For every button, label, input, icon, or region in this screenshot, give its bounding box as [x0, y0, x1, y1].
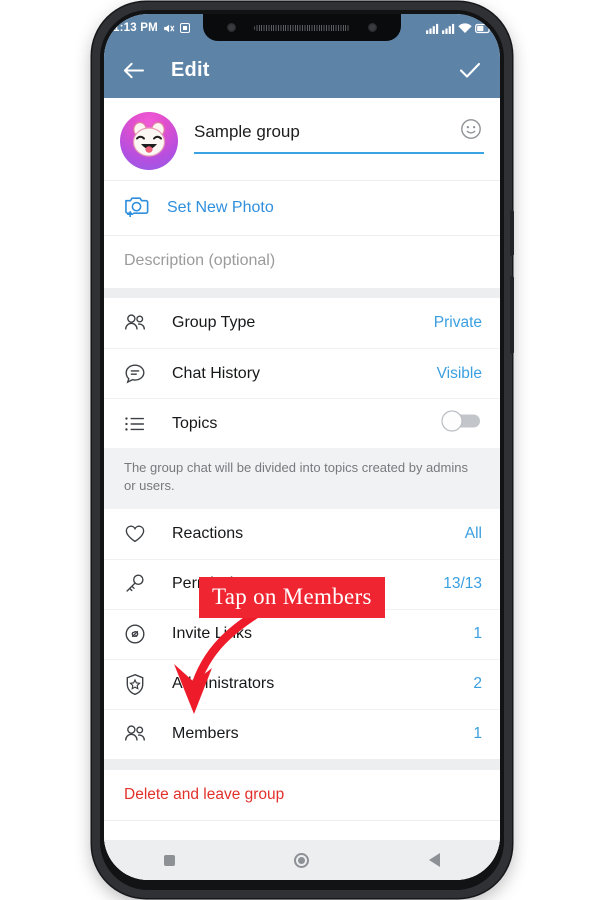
- setting-row-group-type[interactable]: Group Type Private: [104, 298, 500, 348]
- section-divider: [104, 758, 500, 769]
- setting-value: 2: [473, 675, 482, 693]
- link-icon: [124, 623, 150, 645]
- settings-content: Sample group Set New Photo Description (…: [104, 98, 500, 880]
- description-placeholder: Description (optional): [124, 252, 276, 269]
- sticker-face-icon: [132, 121, 166, 157]
- android-nav-bar: [104, 840, 500, 880]
- group-name-field[interactable]: Sample group: [194, 112, 484, 154]
- setting-value: All: [464, 524, 482, 542]
- camera-add-icon: [124, 194, 149, 222]
- earpiece-speaker: [254, 24, 350, 31]
- setting-value: 1: [473, 625, 482, 643]
- setting-row-chat-history[interactable]: Chat History Visible: [104, 348, 500, 398]
- back-arrow-icon[interactable]: [122, 61, 145, 80]
- status-bar-time: 1:13 PM: [113, 22, 158, 34]
- phone-screen: 1:13 PM Edit Sample group Set New Photo …: [104, 14, 500, 880]
- setting-value: Private: [433, 314, 482, 331]
- set-new-photo-label: Set New Photo: [167, 199, 274, 216]
- group-name-row: Sample group: [104, 98, 500, 180]
- setting-row-topics[interactable]: Topics: [104, 398, 500, 448]
- screenshot-icon: [179, 23, 190, 33]
- volume-button[interactable]: [510, 276, 514, 354]
- setting-row-reactions[interactable]: Reactions All: [104, 508, 500, 559]
- battery-icon: [475, 23, 491, 33]
- chat-bubble-icon: [124, 363, 150, 385]
- setting-value: 13/13: [443, 575, 482, 593]
- checkmark-icon[interactable]: [458, 60, 482, 80]
- heart-icon: [124, 523, 150, 544]
- wifi-icon: [458, 22, 472, 33]
- setting-label: Reactions: [172, 524, 244, 542]
- shield-star-icon: [124, 673, 150, 696]
- avatar[interactable]: [120, 112, 178, 170]
- recents-square-icon[interactable]: [163, 854, 175, 866]
- setting-label: Members: [172, 725, 239, 743]
- setting-label: Topics: [172, 414, 218, 432]
- topics-toggle[interactable]: [440, 409, 482, 438]
- topics-hint-text: The group chat will be divided into topi…: [104, 448, 500, 509]
- section-divider: [104, 288, 500, 298]
- description-field[interactable]: Description (optional): [104, 235, 500, 288]
- key-icon: [124, 573, 150, 595]
- sensor-icon: [368, 23, 377, 32]
- signal-sim1-icon: [426, 23, 439, 34]
- list-icon: [124, 414, 150, 434]
- page-title: Edit: [171, 58, 210, 81]
- people-icon: [124, 724, 150, 744]
- annotation-banner: Tap on Members: [199, 577, 385, 618]
- delete-group-label: Delete and leave group: [124, 785, 285, 803]
- smiley-icon[interactable]: [460, 118, 482, 145]
- name-field-underline: [194, 152, 484, 154]
- setting-value: Visible: [436, 364, 482, 382]
- front-camera-icon: [227, 23, 236, 32]
- app-bar: Edit: [104, 42, 500, 98]
- setting-label: Group Type: [172, 314, 256, 331]
- signal-sim2-icon: [442, 23, 455, 34]
- power-button[interactable]: [510, 210, 514, 256]
- set-new-photo-row[interactable]: Set New Photo: [104, 180, 500, 235]
- people-icon: [124, 313, 150, 333]
- camera-notch: [203, 14, 401, 41]
- primary-settings-group: Group Type Private Chat History Visible: [104, 298, 500, 448]
- home-circle-icon[interactable]: [294, 852, 310, 868]
- screenshot-root: 1:13 PM Edit Sample group Set New Photo …: [0, 0, 600, 900]
- group-name-value: Sample group: [194, 122, 300, 141]
- setting-label: Chat History: [172, 364, 261, 382]
- group-identity-panel: Sample group Set New Photo Description (…: [104, 98, 500, 288]
- back-triangle-icon[interactable]: [429, 853, 441, 867]
- delete-and-leave-group-button[interactable]: Delete and leave group: [104, 768, 500, 821]
- setting-value: 1: [473, 725, 482, 743]
- mute-icon: [164, 24, 175, 32]
